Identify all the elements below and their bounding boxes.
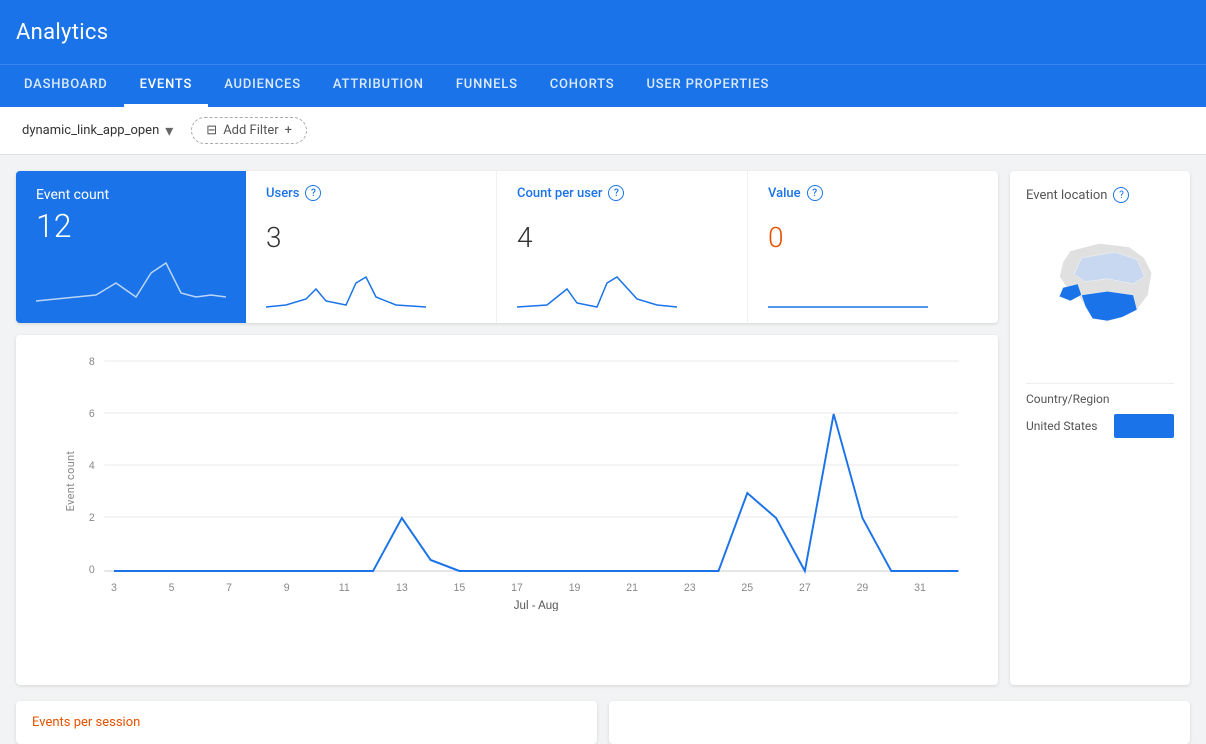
right-panel: Event location ? Country/Region United S… (1010, 171, 1190, 685)
event-selector-label: dynamic_link_app_open (22, 123, 159, 138)
event-location-help-icon[interactable]: ? (1113, 187, 1129, 203)
event-count-label: Event count (36, 187, 226, 203)
svg-text:29: 29 (857, 582, 869, 594)
nav-bar: DASHBOARD EVENTS AUDIENCES ATTRIBUTION F… (0, 64, 1206, 107)
value-value: 0 (768, 221, 978, 254)
svg-text:19: 19 (569, 582, 581, 594)
tab-funnels[interactable]: FUNNELS (440, 65, 534, 107)
events-per-session-title: Events per session (32, 715, 581, 730)
filter-icon: ⊟ (206, 123, 217, 138)
count-per-user-help-icon[interactable]: ? (608, 185, 624, 201)
svg-text:9: 9 (284, 582, 290, 594)
count-per-user-label: Count per user (517, 186, 602, 201)
users-stat: Users ? 3 (246, 171, 497, 323)
svg-text:5: 5 (169, 582, 175, 594)
event-count-sparkline (36, 253, 226, 307)
tab-cohorts[interactable]: COHORTS (534, 65, 631, 107)
svg-text:2: 2 (89, 512, 95, 524)
event-count-stat: Event count 12 (16, 171, 246, 323)
svg-text:15: 15 (454, 582, 466, 594)
svg-text:6: 6 (89, 408, 95, 420)
svg-text:11: 11 (339, 582, 350, 594)
event-count-value: 12 (36, 207, 226, 245)
add-filter-label: Add Filter (223, 123, 278, 138)
map-area (1026, 215, 1174, 375)
users-label: Users (266, 186, 299, 201)
svg-text:7: 7 (226, 582, 232, 594)
svg-text:Jul - Aug: Jul - Aug (514, 599, 559, 611)
app-title: Analytics (16, 20, 108, 45)
event-location-title: Event location ? (1026, 187, 1174, 203)
svg-text:23: 23 (684, 582, 696, 594)
svg-text:3: 3 (111, 582, 117, 594)
chevron-down-icon: ▾ (165, 121, 173, 140)
tab-audiences[interactable]: AUDIENCES (208, 65, 317, 107)
country-bar (1114, 414, 1174, 438)
users-value: 3 (266, 221, 476, 254)
left-panel: Event count 12 Users ? 3 (16, 171, 998, 685)
plus-icon: + (285, 123, 292, 138)
bottom-card-2 (609, 701, 1190, 744)
app-header: Analytics (0, 0, 1206, 64)
add-filter-button[interactable]: ⊟ Add Filter + (191, 117, 307, 144)
svg-text:21: 21 (626, 582, 638, 594)
svg-text:17: 17 (511, 582, 523, 594)
svg-text:31: 31 (914, 582, 926, 594)
events-per-session-card: Events per session (16, 701, 597, 744)
svg-text:4: 4 (89, 460, 95, 472)
svg-text:0: 0 (89, 564, 95, 576)
event-selector[interactable]: dynamic_link_app_open ▾ (16, 117, 179, 144)
filter-bar: dynamic_link_app_open ▾ ⊟ Add Filter + (0, 107, 1206, 155)
stats-card: Event count 12 Users ? 3 (16, 171, 998, 323)
svg-text:8: 8 (89, 356, 95, 368)
tab-dashboard[interactable]: DASHBOARD (8, 65, 124, 107)
tab-events[interactable]: EVENTS (124, 65, 209, 107)
tab-attribution[interactable]: ATTRIBUTION (317, 65, 440, 107)
svg-text:13: 13 (396, 582, 408, 594)
main-content: Event count 12 Users ? 3 (0, 155, 1206, 701)
country-bar-row: United States (1026, 414, 1174, 438)
value-label: Value (768, 186, 801, 201)
count-per-user-value: 4 (517, 221, 727, 254)
country-name: United States (1026, 419, 1108, 433)
svg-text:27: 27 (799, 582, 811, 594)
value-help-icon[interactable]: ? (807, 185, 823, 201)
tab-user-properties[interactable]: USER PROPERTIES (630, 65, 785, 107)
value-stat: Value ? 0 (748, 171, 998, 323)
chart-card: Event count 8 6 4 2 0 3 5 (16, 335, 998, 685)
event-location-label: Event location (1026, 188, 1107, 203)
svg-text:25: 25 (741, 582, 753, 594)
country-region-label: Country/Region (1026, 383, 1174, 406)
count-per-user-stat: Count per user ? 4 (497, 171, 748, 323)
bottom-strip: Events per session (0, 701, 1206, 744)
users-help-icon[interactable]: ? (305, 185, 321, 201)
